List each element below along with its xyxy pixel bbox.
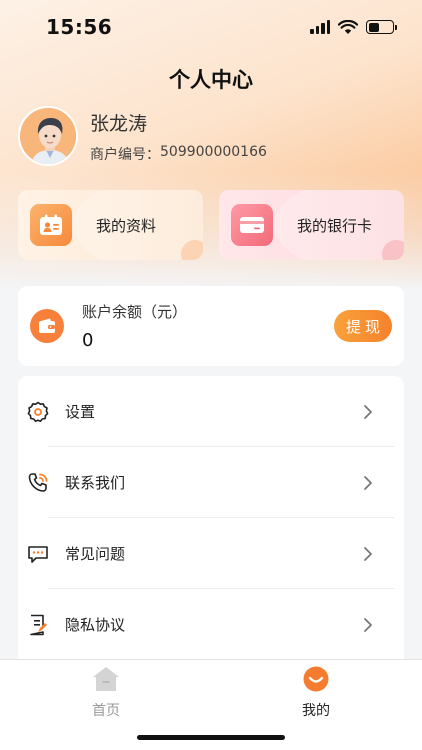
my-profile-label: 我的资料 — [96, 216, 157, 235]
my-profile-card[interactable]: 我的资料 — [18, 190, 203, 260]
avatar[interactable] — [18, 106, 78, 166]
menu-item-label: 联系我们 — [65, 474, 126, 492]
tab-home-label: 首页 — [92, 703, 120, 719]
page-title: 个人中心 — [169, 68, 253, 92]
merchant-number-value: 509900000166 — [160, 143, 267, 160]
menu-list: 设置 联系我们 常见问题 隐私协议 — [18, 376, 404, 666]
withdraw-button[interactable]: 提现 — [334, 310, 392, 342]
avatar-image — [20, 108, 76, 164]
my-bank-card-card[interactable]: 我的银行卡 — [219, 190, 404, 260]
balance-value: 0 — [82, 330, 94, 351]
tab-mine[interactable]: 我的 — [266, 666, 366, 720]
menu-item-privacy[interactable]: 隐私协议 — [18, 589, 404, 660]
tab-mine-label: 我的 — [302, 703, 330, 719]
account-balance-card: 账户余额（元） 0 提现 — [18, 286, 404, 366]
menu-item-settings[interactable]: 设置 — [18, 376, 404, 447]
merchant-number: 商户编号： 509900000166 — [90, 144, 267, 164]
home-indicator — [137, 735, 285, 740]
quick-cards: 我的资料 我的银行卡 — [18, 190, 404, 260]
phone-icon — [26, 471, 50, 495]
status-icons — [310, 19, 397, 35]
chevron-right-icon — [356, 546, 380, 562]
signal-icon — [310, 20, 330, 34]
menu-item-contact-us[interactable]: 联系我们 — [18, 447, 404, 518]
bank-card-icon — [231, 204, 273, 246]
chat-icon — [26, 542, 50, 566]
chevron-right-icon — [356, 617, 380, 633]
status-bar: 15:56 — [0, 0, 422, 54]
user-name: 张龙涛 — [90, 112, 148, 135]
menu-item-label: 设置 — [65, 403, 96, 421]
wifi-icon — [338, 19, 358, 34]
menu-item-label: 隐私协议 — [65, 616, 126, 634]
home-icon — [92, 666, 120, 696]
profile-card-icon — [30, 204, 72, 246]
battery-icon — [366, 20, 397, 34]
merchant-number-label: 商户编号： — [90, 146, 160, 163]
wallet-icon — [30, 309, 64, 343]
balance-label: 账户余额（元） — [82, 303, 188, 321]
profile-section: 张龙涛 商户编号： 509900000166 — [18, 106, 267, 166]
gear-icon — [26, 400, 50, 424]
chevron-right-icon — [356, 475, 380, 491]
status-time: 15:56 — [46, 15, 113, 39]
document-icon — [26, 613, 50, 637]
smile-icon — [303, 666, 329, 696]
my-bank-card-label: 我的银行卡 — [297, 216, 373, 235]
menu-item-faq[interactable]: 常见问题 — [18, 518, 404, 589]
menu-item-label: 常见问题 — [65, 545, 126, 563]
tab-home[interactable]: 首页 — [56, 666, 156, 720]
chevron-right-icon — [356, 404, 380, 420]
